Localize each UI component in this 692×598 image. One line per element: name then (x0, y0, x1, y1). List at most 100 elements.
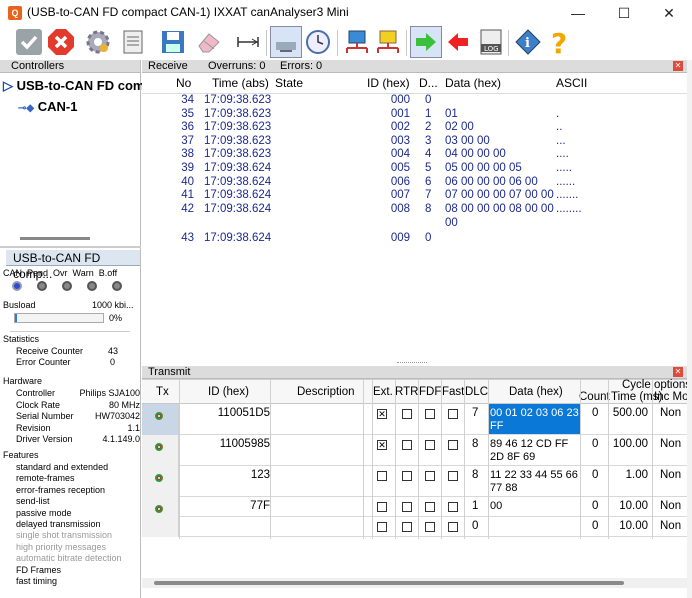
rtr-checkbox[interactable] (402, 471, 412, 481)
check-icon[interactable] (13, 26, 45, 58)
fdf-checkbox[interactable] (425, 502, 435, 512)
transmit-row[interactable]: 0 0 10.00 Non (142, 517, 687, 537)
col-id[interactable]: ID (hex) (367, 76, 410, 90)
network-icon[interactable] (341, 26, 373, 58)
col-tx[interactable]: Tx (156, 386, 169, 398)
transmit-row[interactable]: 77F 1 00 0 10.00 Non (142, 497, 687, 517)
save-icon[interactable] (157, 26, 189, 58)
tx-inc-mode[interactable]: Non (660, 407, 681, 419)
clock-icon[interactable] (302, 26, 334, 58)
tx-inc-mode[interactable]: Non (660, 520, 681, 532)
col-fdf[interactable]: FDF (419, 386, 441, 398)
network-yellow-icon[interactable] (372, 26, 404, 58)
tx-data-cell[interactable] (488, 517, 580, 536)
stop-icon[interactable] (45, 26, 77, 58)
tx-data-cell[interactable]: 89 46 12 CD FF 2D 8F 69 (488, 435, 580, 465)
tree-scrollbar[interactable] (20, 237, 90, 240)
tx-id[interactable]: 77F (180, 500, 270, 512)
tx-cycle-time[interactable]: 1.00 (608, 469, 648, 481)
transmit-row[interactable]: 11005985 ✕ 8 89 46 12 CD FF 2D 8F 69 0 100.00 N… (142, 435, 687, 466)
minimize-button[interactable]: — (555, 0, 601, 26)
fdf-checkbox[interactable] (425, 522, 435, 532)
fast-checkbox[interactable] (448, 409, 458, 419)
transmit-h-scrollbar[interactable] (142, 578, 687, 588)
tx-count[interactable]: 0 (592, 407, 598, 419)
tx-count[interactable]: 0 (592, 500, 598, 512)
col-inc-mode[interactable]: Inc Mo (654, 391, 689, 403)
log-icon[interactable]: LOG (475, 26, 507, 58)
receive-row[interactable]: 35 17:09:38.623 001 1 01. (142, 108, 687, 121)
transmit-tab[interactable]: Transmit (148, 366, 190, 379)
config-icon[interactable] (117, 26, 149, 58)
fast-checkbox[interactable] (448, 522, 458, 532)
receive-row[interactable]: 43 17:09:38.624 009 0 (142, 232, 687, 245)
col-count[interactable]: Count (579, 391, 610, 403)
receive-row[interactable]: 38 17:09:38.623 004 4 04 00 00 00.... (142, 148, 687, 161)
tx-id[interactable]: 11005985 (180, 438, 270, 450)
fast-checkbox[interactable] (448, 471, 458, 481)
tree-device[interactable]: ▷ USB-to-CAN FD compa (3, 78, 160, 94)
tx-inc-mode[interactable]: Non (660, 500, 681, 512)
col-fast[interactable]: Fast (442, 386, 464, 398)
tree-channel[interactable]: ⊸◆ CAN-1 (18, 99, 77, 114)
tx-dlc[interactable]: 1 (472, 500, 478, 512)
tx-cycle-time[interactable]: 10.00 (608, 500, 648, 512)
col-rtr[interactable]: RTR (395, 386, 418, 398)
col-tx-id[interactable]: ID (hex) (208, 386, 249, 398)
transmit-status-icon[interactable] (155, 474, 163, 482)
receive-row[interactable]: 42 17:09:38.624 008 8 08 00 00 00 08 00 00..… (142, 203, 687, 229)
receive-row[interactable]: 41 17:09:38.624 007 7 07 00 00 00 07 00 00..… (142, 189, 687, 202)
receive-row[interactable]: 37 17:09:38.623 003 3 03 00 00... (142, 135, 687, 148)
col-tx-dlc[interactable]: DLC (465, 386, 488, 398)
tx-dlc[interactable]: 7 (472, 407, 478, 419)
tx-data-cell[interactable]: 00 01 02 03 06 23 FF (488, 404, 580, 434)
rtr-checkbox[interactable] (402, 502, 412, 512)
ext-checkbox[interactable] (377, 471, 387, 481)
tx-dlc[interactable]: 8 (472, 469, 478, 481)
screen-icon[interactable] (270, 26, 302, 58)
fast-checkbox[interactable] (448, 440, 458, 450)
ext-checkbox[interactable]: ✕ (377, 440, 387, 450)
ext-checkbox[interactable] (377, 502, 387, 512)
col-data[interactable]: Data (hex) (445, 76, 501, 90)
tx-count[interactable]: 0 (592, 438, 598, 450)
transmit-row[interactable]: 110051D5 ✕ 7 00 01 02 03 06 23 FF 0 500.00 Non (142, 404, 687, 435)
splitter-handle[interactable] (397, 362, 427, 364)
col-state[interactable]: State (275, 76, 303, 90)
col-tx-data[interactable]: Data (hex) (509, 386, 563, 398)
col-dlc[interactable]: D... (419, 76, 438, 90)
tx-cycle-time[interactable]: 10.00 (608, 520, 648, 532)
transmit-status-icon[interactable] (155, 505, 163, 513)
rtr-checkbox[interactable] (402, 522, 412, 532)
col-no[interactable]: No (176, 76, 191, 90)
tx-inc-mode[interactable]: Non (660, 438, 681, 450)
scale-icon[interactable] (232, 26, 264, 58)
transmit-row[interactable]: 123 8 11 22 33 44 55 66 77 88 0 1.00 Non (142, 466, 687, 497)
receive-row[interactable]: 36 17:09:38.623 002 2 02 00.. (142, 121, 687, 134)
eraser-icon[interactable] (193, 26, 225, 58)
arrow-right-icon[interactable] (410, 26, 442, 58)
col-time[interactable]: Time (abs) (212, 76, 269, 90)
close-button[interactable]: ✕ (646, 0, 692, 26)
tx-count[interactable]: 0 (592, 520, 598, 532)
settings-icon[interactable] (82, 26, 114, 58)
rtr-checkbox[interactable] (402, 440, 412, 450)
transmit-close-icon[interactable]: ✕ (673, 367, 683, 377)
receive-row[interactable]: 40 17:09:38.624 006 6 06 00 00 00 06 00.....… (142, 176, 687, 189)
tx-dlc[interactable]: 8 (472, 438, 478, 450)
rtr-checkbox[interactable] (402, 409, 412, 419)
tx-data-cell[interactable]: 00 (488, 497, 580, 516)
receive-row[interactable]: 39 17:09:38.624 005 5 05 00 00 00 05..... (142, 162, 687, 175)
col-ascii[interactable]: ASCII (556, 76, 587, 90)
fdf-checkbox[interactable] (425, 440, 435, 450)
tx-dlc[interactable]: 0 (472, 520, 478, 532)
col-ext[interactable]: Ext. (373, 386, 393, 398)
fast-checkbox[interactable] (448, 502, 458, 512)
tx-inc-mode[interactable]: Non (660, 469, 681, 481)
help-icon[interactable]: ? (543, 26, 575, 58)
tx-cycle-time[interactable]: 100.00 (608, 438, 648, 450)
tx-id[interactable]: 123 (180, 469, 270, 481)
tx-id[interactable]: 110051D5 (180, 407, 270, 419)
ext-checkbox[interactable] (377, 522, 387, 532)
transmit-status-icon[interactable] (155, 443, 163, 451)
